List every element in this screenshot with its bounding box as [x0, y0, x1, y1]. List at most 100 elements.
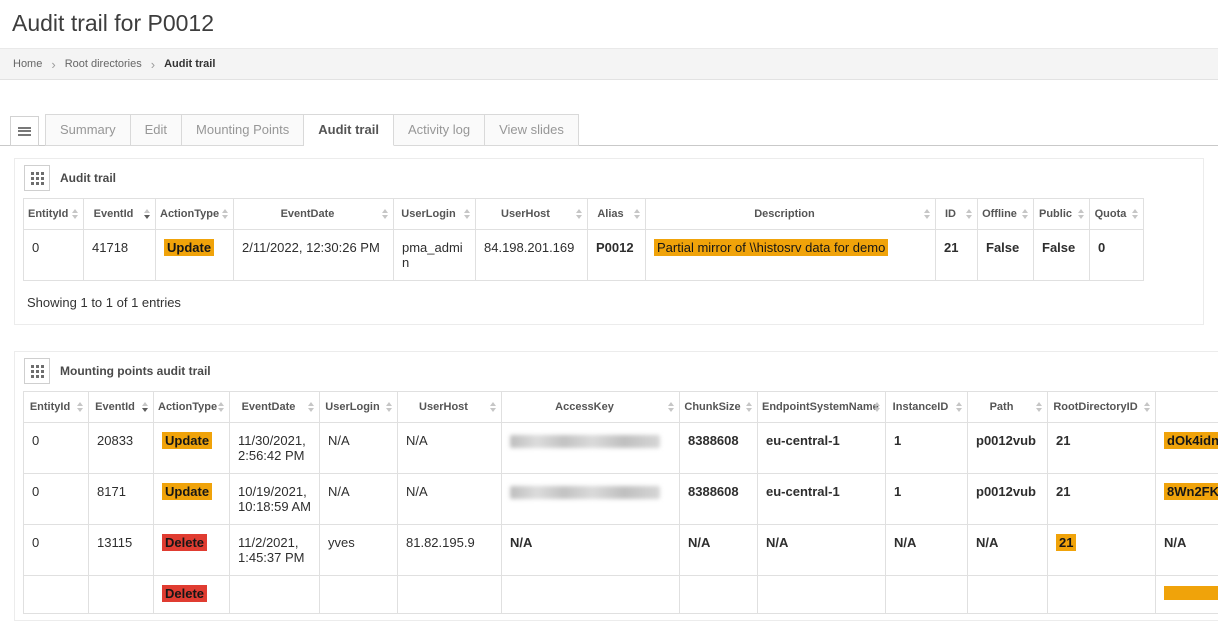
cell-value: N/A	[1164, 535, 1186, 550]
column-header-chunksize[interactable]: ChunkSize	[680, 392, 758, 423]
table-cell: 8Wn2FKZXl	[1156, 474, 1218, 525]
chevron-right-icon: ›	[151, 58, 155, 71]
cell-value: Update	[162, 483, 212, 500]
column-header-eventid[interactable]: EventId	[84, 199, 156, 230]
column-header-eventdate[interactable]: EventDate	[230, 392, 320, 423]
cell-value: 84.198.201.169	[484, 240, 574, 255]
cell-value: False	[986, 240, 1019, 255]
menu-toggle-button[interactable]	[10, 116, 39, 146]
cell-value: Delete	[162, 534, 207, 551]
column-header-userhost[interactable]: UserHost	[398, 392, 502, 423]
table-header-row: EntityId EventId ActionTypeEventDateUserLo…	[24, 199, 1144, 230]
column-header-userlogin[interactable]: UserLogin	[394, 199, 476, 230]
tab-edit[interactable]: Edit	[131, 114, 182, 146]
page-title: Audit trail for P0012	[12, 10, 1206, 37]
column-header-userhost[interactable]: UserHost	[476, 199, 588, 230]
table-cell: N/A	[320, 423, 398, 474]
cell-value: N/A	[328, 484, 350, 499]
column-header-userlogin[interactable]: UserLogin	[320, 392, 398, 423]
column-label: EntityId	[30, 401, 70, 413]
column-header-alias[interactable]: Alias	[588, 199, 646, 230]
column-header-rootdirectoryid[interactable]: RootDirectoryID	[1048, 392, 1156, 423]
sort-icon	[142, 402, 148, 412]
cell-value: P0012	[596, 240, 634, 255]
table-cell	[1048, 576, 1156, 614]
sort-icon	[1022, 209, 1028, 219]
panel-title: Mounting points audit trail	[60, 364, 211, 378]
column-header-quota[interactable]: Quota	[1090, 199, 1144, 230]
column-header-public[interactable]: Public	[1034, 199, 1090, 230]
cell-value: 21	[1056, 433, 1070, 448]
cell-value: 0	[32, 433, 39, 448]
table-cell: 21	[1048, 525, 1156, 576]
column-header-eventdate[interactable]: EventDate	[234, 199, 394, 230]
column-header-actiontype[interactable]: ActionType	[156, 199, 234, 230]
grid-view-button[interactable]	[24, 165, 50, 191]
tab-mounting-points[interactable]: Mounting Points	[182, 114, 304, 146]
sort-icon	[386, 402, 392, 412]
table-row: 08171Update10/19/2021, 10:18:59 AMN/AN/A…	[24, 474, 1218, 525]
audit-trail-table: EntityId EventId ActionTypeEventDateUserLo…	[23, 198, 1144, 281]
grid-view-button[interactable]	[24, 358, 50, 384]
column-header-path[interactable]: Path	[968, 392, 1048, 423]
cell-value: 21	[1056, 534, 1076, 551]
column-label: EventId	[94, 208, 134, 220]
tab-activity-log[interactable]: Activity log	[394, 114, 485, 146]
tab-view-slides[interactable]: View slides	[485, 114, 579, 146]
cell-value: 13115	[97, 535, 132, 550]
tab-summary[interactable]: Summary	[45, 114, 131, 146]
sort-icon	[1036, 402, 1042, 412]
table-cell: Update	[156, 230, 234, 281]
table-cell	[89, 576, 154, 614]
cell-value: 8388608	[688, 433, 739, 448]
column-header-entityid[interactable]: EntityId	[24, 392, 89, 423]
column-header-instanceid[interactable]: InstanceID	[886, 392, 968, 423]
tab-bar: Summary Edit Mounting Points Audit trail…	[0, 115, 1218, 146]
column-label: EventId	[95, 401, 135, 413]
table-cell	[502, 576, 680, 614]
mounting-points-audit-trail-table: EntityId EventId ActionTypeEventDate UserLo…	[23, 391, 1218, 614]
sort-icon	[1078, 209, 1084, 219]
column-label: UserLogin	[325, 401, 379, 413]
table-cell: N/A	[758, 525, 886, 576]
column-label: AccessKey	[555, 401, 614, 413]
column-header-id[interactable]: ID	[936, 199, 978, 230]
column-header-accesskey[interactable]: AccessKey	[502, 392, 680, 423]
column-header-description[interactable]: Description	[646, 199, 936, 230]
table-cell: 13115	[89, 525, 154, 576]
table-row: 013115Delete11/2/2021, 1:45:37 PMyves81.…	[24, 525, 1218, 576]
table-cell: 10/19/2021, 10:18:59 AM	[230, 474, 320, 525]
table-cell: Delete	[154, 525, 230, 576]
table-cell	[968, 576, 1048, 614]
table-cell: 0	[1090, 230, 1144, 281]
table-cell: 84.198.201.169	[476, 230, 588, 281]
table-cell: Delete	[154, 576, 230, 614]
table-cell: p0012vub	[968, 474, 1048, 525]
tab-audit-trail[interactable]: Audit trail	[304, 114, 394, 146]
table-cell	[1156, 576, 1218, 614]
table-cell: False	[1034, 230, 1090, 281]
column-label: Alias	[597, 208, 623, 220]
table-cell: 0	[24, 525, 89, 576]
column-header-actiontype[interactable]: ActionType	[154, 392, 230, 423]
column-header-entityid[interactable]: EntityId	[24, 199, 84, 230]
cell-value: 11/30/2021, 2:56:42 PM	[238, 433, 306, 463]
column-header-eventid[interactable]: EventId	[89, 392, 154, 423]
cell-value: 0	[32, 535, 39, 550]
sort-icon	[746, 402, 752, 412]
column-header-endpointsystemname[interactable]: EndpointSystemName	[758, 392, 886, 423]
column-header-blank[interactable]	[1156, 392, 1218, 423]
table-cell: N/A	[886, 525, 968, 576]
breadcrumb-root-directories[interactable]: Root directories	[65, 58, 142, 70]
table-row: 041718Update2/11/2022, 12:30:26 PMpma_ad…	[24, 230, 1144, 281]
column-label: Quota	[1095, 208, 1127, 220]
cell-value: yves	[328, 535, 355, 550]
table-cell: 0	[24, 230, 84, 281]
table-cell: 0	[24, 423, 89, 474]
sort-icon	[956, 402, 962, 412]
breadcrumb-home[interactable]: Home	[13, 58, 42, 70]
column-header-offline[interactable]: Offline	[978, 199, 1034, 230]
sort-icon	[144, 209, 150, 219]
column-label: Path	[990, 401, 1014, 413]
column-label: UserHost	[419, 401, 468, 413]
